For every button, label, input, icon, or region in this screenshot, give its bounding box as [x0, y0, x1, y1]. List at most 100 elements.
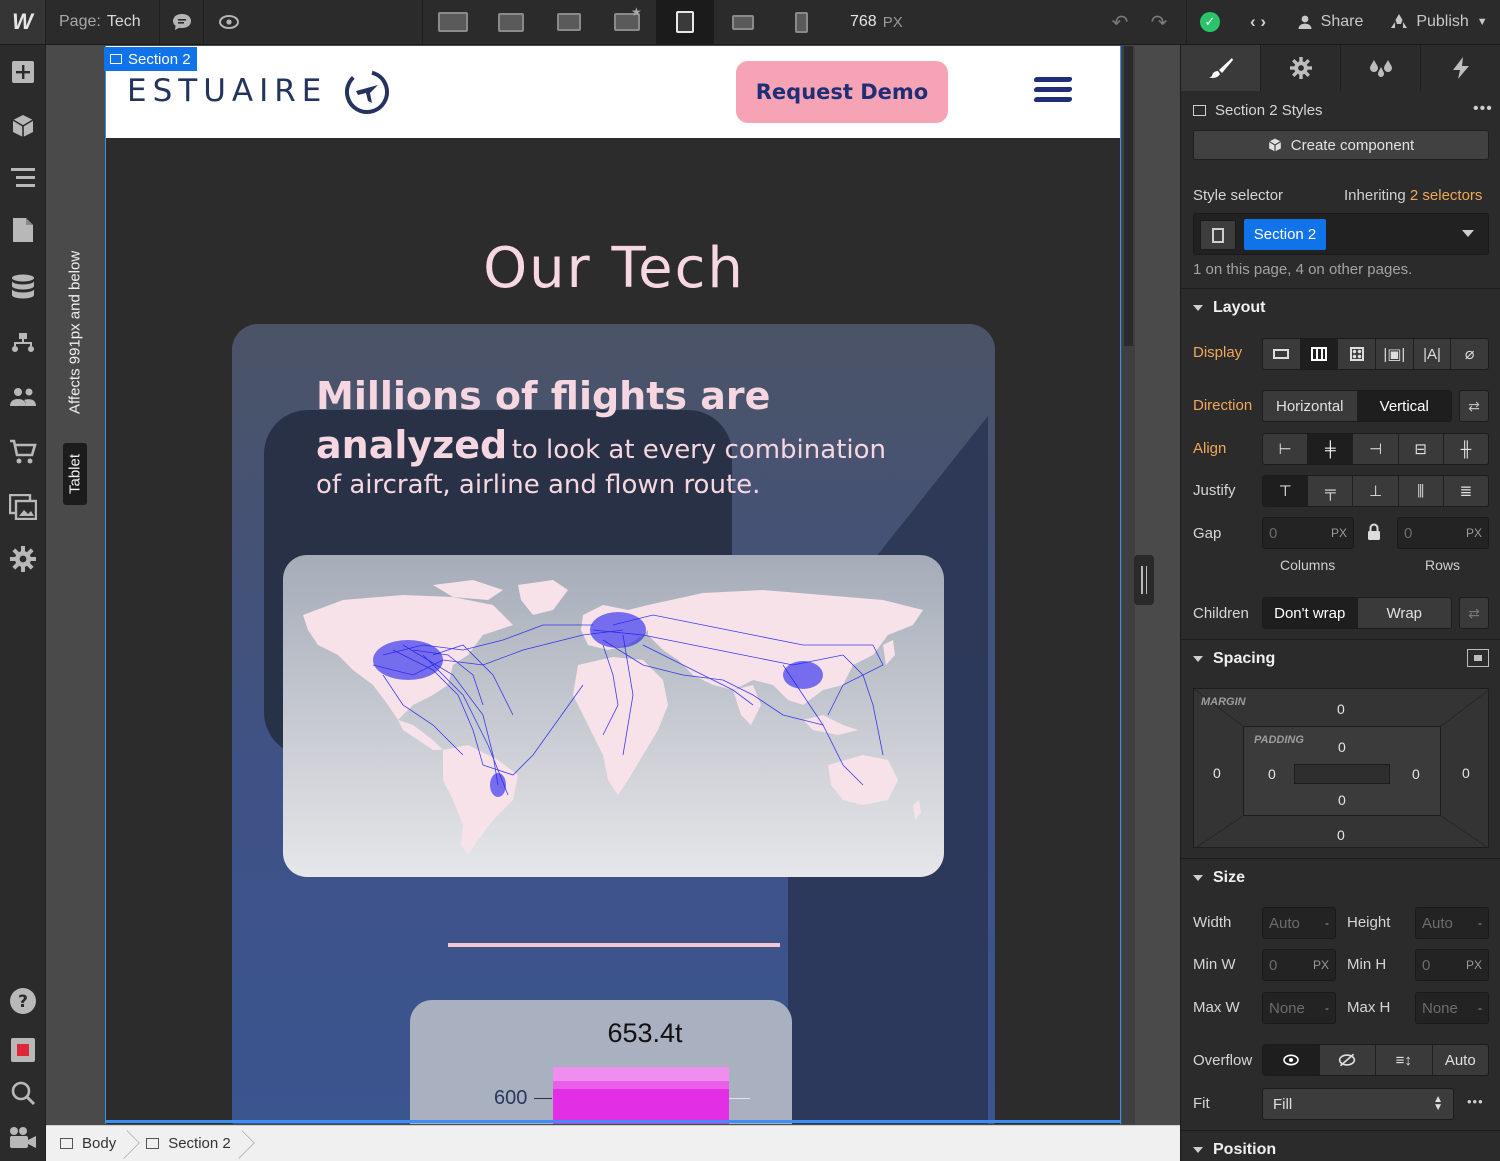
breakpoint-desktop-m-icon[interactable]: [540, 0, 598, 44]
site-navbar[interactable]: ESTUAIRE Request Demo: [106, 46, 1120, 138]
caret-down-icon[interactable]: [1462, 230, 1474, 237]
help-icon[interactable]: ?: [0, 979, 46, 1023]
inheriting-selectors-link[interactable]: 2 selectors: [1410, 187, 1483, 204]
breadcrumb-item-section[interactable]: Section 2: [132, 1126, 247, 1161]
justify-end-icon[interactable]: ⊥: [1353, 476, 1399, 506]
breakpoint-desktop-l-icon[interactable]: [482, 0, 540, 44]
comments-icon[interactable]: [160, 0, 204, 44]
spacing-section-header[interactable]: Spacing: [1181, 639, 1500, 677]
cms-icon[interactable]: [0, 265, 46, 309]
brand-wordmark[interactable]: ESTUAIRE: [127, 73, 327, 109]
dont-wrap-option[interactable]: Don't wrap: [1263, 598, 1358, 628]
width-input[interactable]: Auto -: [1262, 907, 1336, 939]
selected-element-tag[interactable]: Section 2: [104, 47, 197, 71]
justify-start-icon[interactable]: ⊤: [1263, 476, 1309, 506]
height-input[interactable]: Auto -: [1415, 907, 1489, 939]
align-baseline-icon[interactable]: ╫: [1444, 434, 1488, 464]
tab-interactions[interactable]: [1421, 45, 1500, 91]
selector-chip[interactable]: Section 2: [1244, 219, 1326, 250]
layout-section-header[interactable]: Layout: [1181, 288, 1500, 326]
webflow-logo[interactable]: W: [0, 0, 46, 44]
tab-settings[interactable]: [1261, 45, 1341, 91]
breadcrumb-item-body[interactable]: Body: [46, 1126, 132, 1161]
reverse-wrap-icon[interactable]: ⇄: [1459, 597, 1489, 629]
spacing-preset-icon[interactable]: [1467, 649, 1489, 667]
reverse-direction-icon[interactable]: ⇄: [1459, 390, 1489, 422]
pages-icon[interactable]: [0, 208, 46, 252]
preview-icon[interactable]: [206, 0, 252, 44]
assets-icon[interactable]: [0, 485, 46, 529]
lock-icon[interactable]: [1367, 523, 1381, 546]
menu-hamburger-icon[interactable]: [1033, 77, 1074, 105]
settings-icon[interactable]: [0, 537, 46, 581]
overflow-hidden-eye-icon[interactable]: [1320, 1045, 1376, 1075]
max-width-input[interactable]: None -: [1262, 992, 1336, 1024]
min-height-input[interactable]: 0 PX: [1415, 949, 1489, 981]
breakpoint-portrait-icon[interactable]: [772, 0, 830, 44]
code-icon[interactable]: ‹ ›: [1238, 0, 1278, 44]
add-elements-icon[interactable]: [0, 50, 46, 94]
margin-bottom-value[interactable]: 0: [1337, 827, 1345, 843]
display-flex-icon[interactable]: [1300, 339, 1339, 369]
overflow-auto-option[interactable]: Auto: [1433, 1045, 1489, 1075]
max-height-input[interactable]: None -: [1415, 992, 1489, 1024]
users-icon[interactable]: [0, 375, 46, 419]
justify-center-icon[interactable]: ╤: [1308, 476, 1354, 506]
padding-right-value[interactable]: 0: [1412, 766, 1420, 782]
style-selector-input[interactable]: Section 2: [1193, 213, 1489, 255]
display-inline-icon[interactable]: |A|: [1414, 339, 1452, 369]
publish-button[interactable]: Publish ▼: [1378, 0, 1500, 44]
more-options-icon[interactable]: •••: [1473, 100, 1493, 118]
display-inline-block-icon[interactable]: |▣|: [1376, 339, 1414, 369]
fit-more-icon[interactable]: •••: [1467, 1094, 1484, 1109]
margin-top-value[interactable]: 0: [1337, 701, 1345, 717]
redo-icon[interactable]: ↷: [1145, 0, 1173, 44]
overflow-visible-eye-icon[interactable]: [1263, 1045, 1320, 1075]
page-switcher[interactable]: Page: Tech: [46, 0, 160, 44]
tab-style-manager[interactable]: [1341, 45, 1421, 91]
display-grid-icon[interactable]: [1338, 339, 1377, 369]
undo-icon[interactable]: ↶: [1106, 0, 1134, 44]
saved-status-icon[interactable]: ✓: [1190, 0, 1230, 44]
align-end-icon[interactable]: ⊣: [1353, 434, 1399, 464]
margin-left-value[interactable]: 0: [1213, 765, 1221, 781]
margin-right-value[interactable]: 0: [1462, 765, 1470, 781]
size-section-header[interactable]: Size: [1181, 858, 1500, 896]
min-width-input[interactable]: 0 PX: [1262, 949, 1336, 981]
breakpoint-tablet-icon[interactable]: [656, 0, 714, 44]
record-icon[interactable]: [0, 1028, 46, 1072]
components-icon[interactable]: [0, 104, 46, 148]
align-center-icon[interactable]: ╪: [1308, 434, 1354, 464]
tech-card[interactable]: Millions of flights are analyzed to look…: [232, 324, 995, 1124]
gap-columns-input[interactable]: 0 PX: [1262, 517, 1354, 549]
direction-horizontal-option[interactable]: Horizontal: [1263, 391, 1358, 421]
create-component-button[interactable]: Create component: [1193, 130, 1489, 160]
justify-space-around-icon[interactable]: ≣: [1444, 476, 1488, 506]
tab-style[interactable]: [1181, 45, 1261, 91]
canvas-width-readout[interactable]: 768 PX: [850, 0, 903, 44]
video-tutorials-icon[interactable]: [0, 1115, 46, 1159]
site-preview[interactable]: ESTUAIRE Request Demo Our Tech Millions …: [105, 46, 1121, 1124]
justify-space-between-icon[interactable]: ⫼: [1399, 476, 1444, 506]
gap-rows-input[interactable]: 0 PX: [1397, 517, 1489, 549]
search-icon[interactable]: [0, 1071, 46, 1115]
logic-icon[interactable]: [0, 321, 46, 365]
align-stretch-icon[interactable]: ⊟: [1399, 434, 1444, 464]
navigator-icon[interactable]: [0, 156, 46, 200]
fit-select[interactable]: Fill ▲ ▼: [1262, 1088, 1454, 1120]
direction-vertical-option[interactable]: Vertical: [1357, 391, 1451, 421]
request-demo-button[interactable]: Request Demo: [736, 61, 948, 123]
padding-top-value[interactable]: 0: [1338, 739, 1346, 755]
canvas-resize-handle[interactable]: [1134, 555, 1154, 605]
padding-left-value[interactable]: 0: [1268, 766, 1276, 782]
display-block-icon[interactable]: [1263, 339, 1301, 369]
share-button[interactable]: Share: [1284, 0, 1376, 44]
overflow-scroll-icon[interactable]: ≡↕: [1376, 1045, 1433, 1075]
breakpoint-desktop-xl-icon[interactable]: [424, 0, 482, 44]
align-start-icon[interactable]: ⊢: [1263, 434, 1309, 464]
padding-bottom-value[interactable]: 0: [1338, 792, 1346, 808]
display-none-icon[interactable]: ⌀: [1451, 339, 1488, 369]
breakpoint-desktop-base-icon[interactable]: ★: [598, 0, 656, 44]
ecommerce-icon[interactable]: [0, 430, 46, 474]
position-section-header[interactable]: Position: [1181, 1130, 1500, 1161]
